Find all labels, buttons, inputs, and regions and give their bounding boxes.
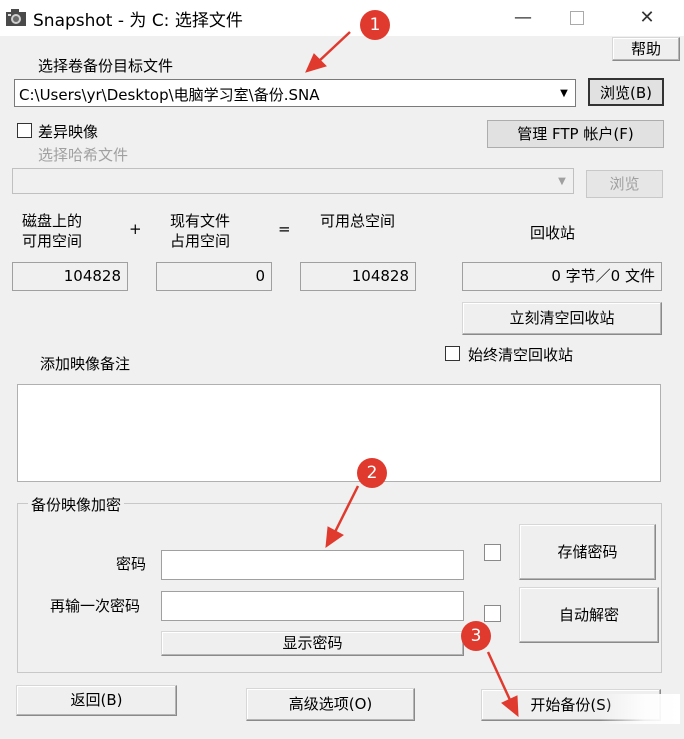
arrow-icon	[305, 31, 519, 718]
snapshot-window: Snapshot - 为 C: 选择文件 — ✕ 帮助 选择卷备份目标文件 C:…	[0, 0, 684, 739]
annotation-arrows	[305, 31, 519, 718]
